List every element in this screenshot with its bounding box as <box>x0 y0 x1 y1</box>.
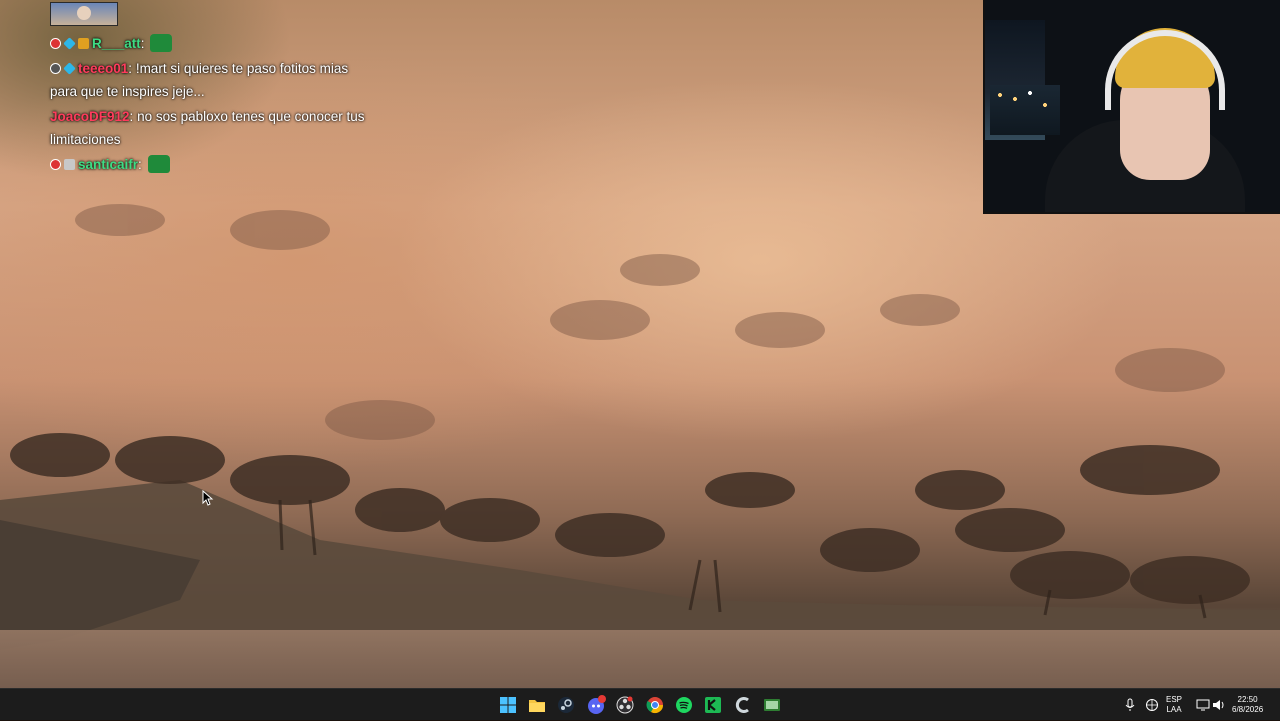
chat-colon: : <box>138 157 146 172</box>
discord-icon[interactable] <box>586 695 606 715</box>
chat-username: santicaifr <box>78 157 139 172</box>
webcam-headset <box>1105 30 1225 110</box>
chat-message: JoacoDF912: no sos pabloxo tenes que con… <box>50 105 370 151</box>
chat-username: teeeo01 <box>78 61 129 76</box>
keyboard-layout: LAA <box>1166 705 1182 714</box>
green-emote-icon <box>147 155 170 173</box>
steam-icon[interactable] <box>556 695 576 715</box>
chat-avatar-thumbnail <box>50 2 118 26</box>
network-icon[interactable] <box>1145 689 1159 721</box>
cube-badge-icon <box>63 62 76 75</box>
chrome-icon[interactable] <box>645 695 665 715</box>
windows-start-icon[interactable] <box>498 695 518 715</box>
cube-badge-icon <box>63 37 76 50</box>
app-green-icon[interactable] <box>762 695 782 715</box>
chat-username: JoacoDF912 <box>50 109 130 124</box>
clock[interactable]: 22:50 6/8/2026 <box>1232 689 1263 721</box>
ccleaner-icon[interactable] <box>733 695 753 715</box>
badge-dot-icon <box>50 38 61 49</box>
mouse-cursor-icon <box>202 490 214 506</box>
chat-message: R___att: <box>50 32 370 55</box>
chat-message: teeeo01: !mart si quieres te paso fotito… <box>50 57 370 103</box>
chat-message: santicaifr: <box>50 153 370 176</box>
badge-dot-icon <box>50 63 61 74</box>
file-explorer-icon[interactable] <box>527 695 547 715</box>
obs-icon[interactable] <box>615 695 635 715</box>
chat-username: R___att <box>92 36 141 51</box>
clock-date: 6/8/2026 <box>1232 705 1264 714</box>
windows-taskbar: ESP LAA 22:50 6/8/2026 <box>0 688 1280 720</box>
display-icon[interactable] <box>1196 689 1210 721</box>
chat-colon: : <box>128 61 136 76</box>
clock-time: 22:50 <box>1237 695 1258 704</box>
chat-colon: : <box>129 109 138 124</box>
badge-dot-icon <box>50 159 61 170</box>
volume-icon[interactable] <box>1212 689 1226 721</box>
microphone-icon[interactable] <box>1124 689 1136 721</box>
language-indicator[interactable]: ESP LAA <box>1166 689 1182 721</box>
stream-chat-overlay: R___att: teeeo01: !mart si quieres te pa… <box>50 2 370 178</box>
river-water <box>0 630 1280 688</box>
kick-icon[interactable] <box>703 695 723 715</box>
language-code: ESP <box>1166 695 1183 704</box>
spotify-icon[interactable] <box>674 695 694 715</box>
webcam-city-lights <box>990 85 1060 135</box>
green-emote-icon <box>150 34 173 52</box>
chat-colon: : <box>140 36 149 51</box>
mail-badge-icon <box>64 159 75 170</box>
webcam-overlay <box>983 0 1280 214</box>
subscriber-badge-icon <box>78 38 89 49</box>
